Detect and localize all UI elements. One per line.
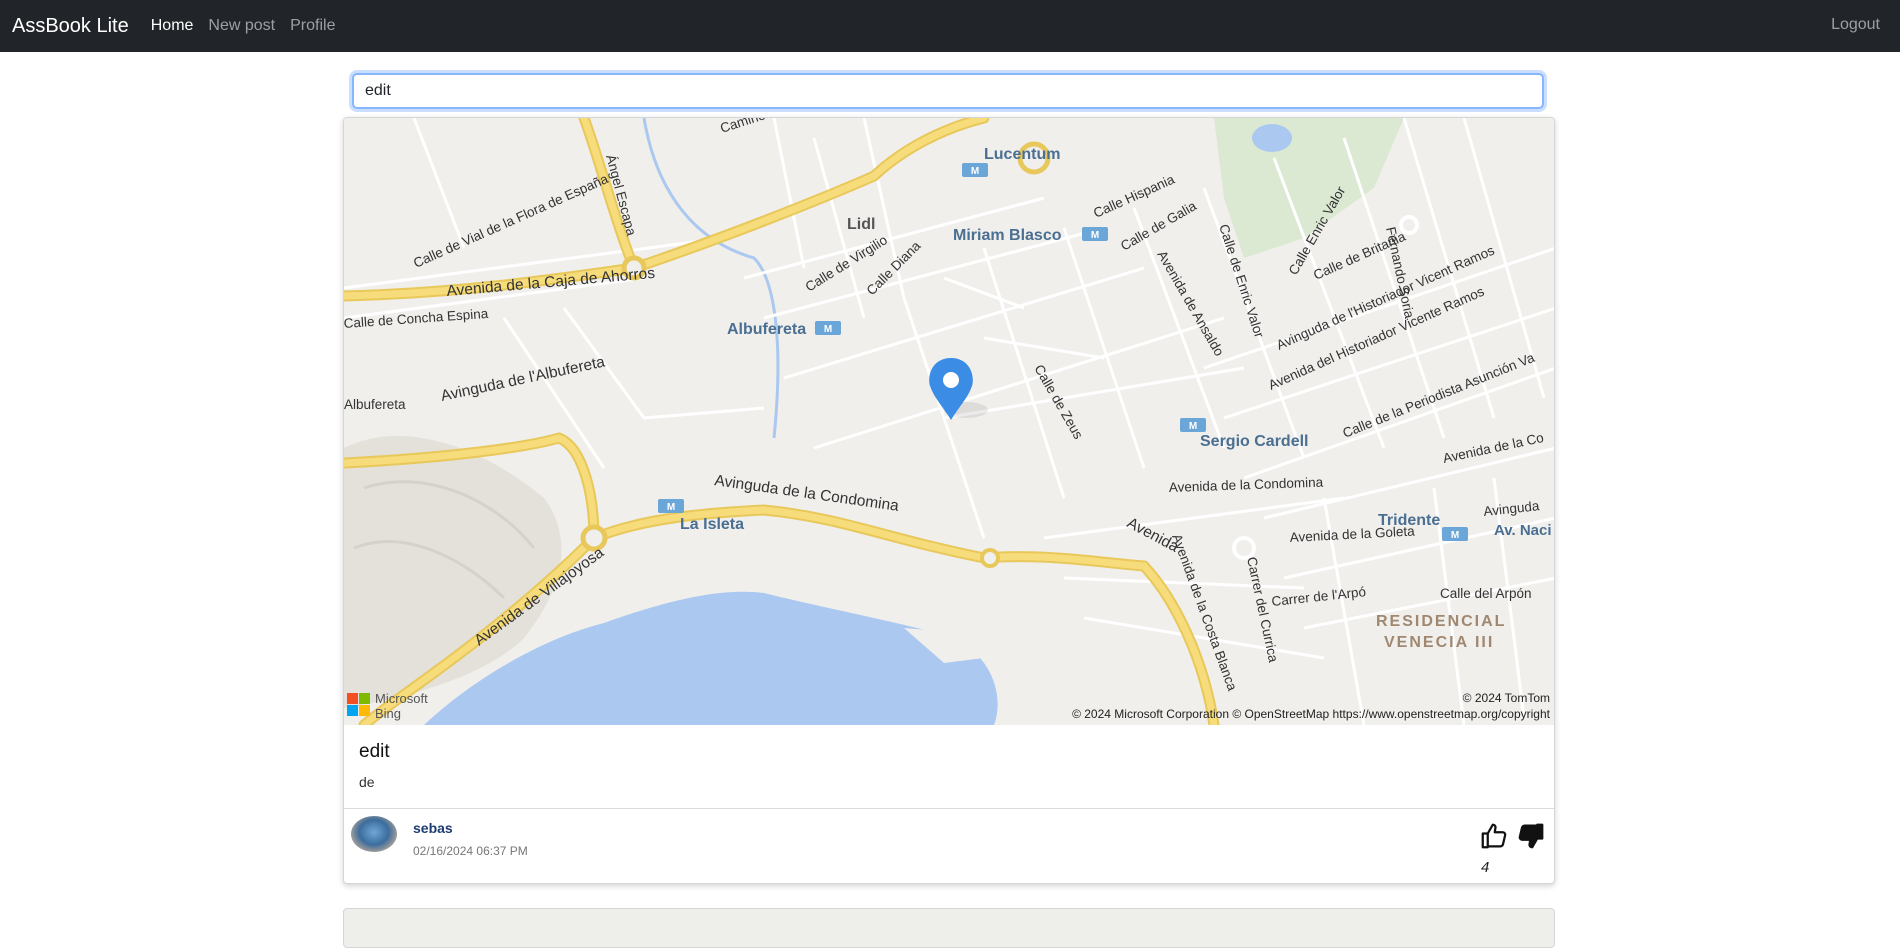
nav-new-post[interactable]: New post [208,17,275,35]
metro-badge: M [971,166,979,177]
place-label: Tridente [1378,512,1440,529]
search-input[interactable] [352,73,1544,109]
vote-count: 4 [1481,859,1490,876]
street-label: Calle del Arpón [1440,586,1532,601]
like-button[interactable] [1479,821,1509,851]
place-label: RESIDENCIAL [1376,613,1506,630]
post-body: de [359,774,375,790]
metro-badge: M [1451,530,1459,541]
svg-text:Microsoft: Microsoft [375,691,428,706]
navbar: AssBook Lite Home New post Profile Logou… [0,0,1900,52]
svg-text:Bing: Bing [375,706,401,721]
author-link[interactable]: sebas [413,820,453,836]
avatar[interactable] [351,816,397,852]
nav-home[interactable]: Home [151,17,194,35]
place-label: Sergio Cardell [1200,433,1308,450]
post-title: edit [359,741,390,762]
logout-link[interactable]: Logout [1831,16,1880,34]
place-label: Miriam Blasco [953,227,1062,244]
metro-badge: M [1189,421,1197,432]
thumbs-down-icon [1518,823,1544,849]
metro-badge: M [1091,230,1099,241]
brand-link[interactable]: AssBook Lite [12,15,129,38]
card-divider [344,808,1554,809]
place-label: Lucentum [984,146,1060,163]
tomtom-copyright: © 2024 TomTom [1463,691,1550,705]
place-label: Albufereta [727,321,806,338]
post-card: Calle de Vial de la Flora de España Ánge… [343,117,1555,884]
metro-badge: M [667,502,675,513]
nav-profile[interactable]: Profile [290,17,335,35]
next-post-card [343,908,1555,948]
metro-badge: M [824,324,832,335]
post-map[interactable]: Calle de Vial de la Flora de España Ánge… [344,118,1554,725]
place-label: La Isleta [680,516,744,533]
dislike-button[interactable] [1516,821,1546,851]
map-copyright: © 2024 Microsoft Corporation © OpenStree… [1072,707,1551,721]
place-label: Av. Naci [1494,522,1552,539]
street-label: Albufereta [344,397,406,412]
place-label: Lidl [847,216,875,233]
post-date: 02/16/2024 06:37 PM [413,844,528,858]
place-label: VENECIA III [1384,634,1494,651]
thumbs-up-icon [1481,823,1507,849]
